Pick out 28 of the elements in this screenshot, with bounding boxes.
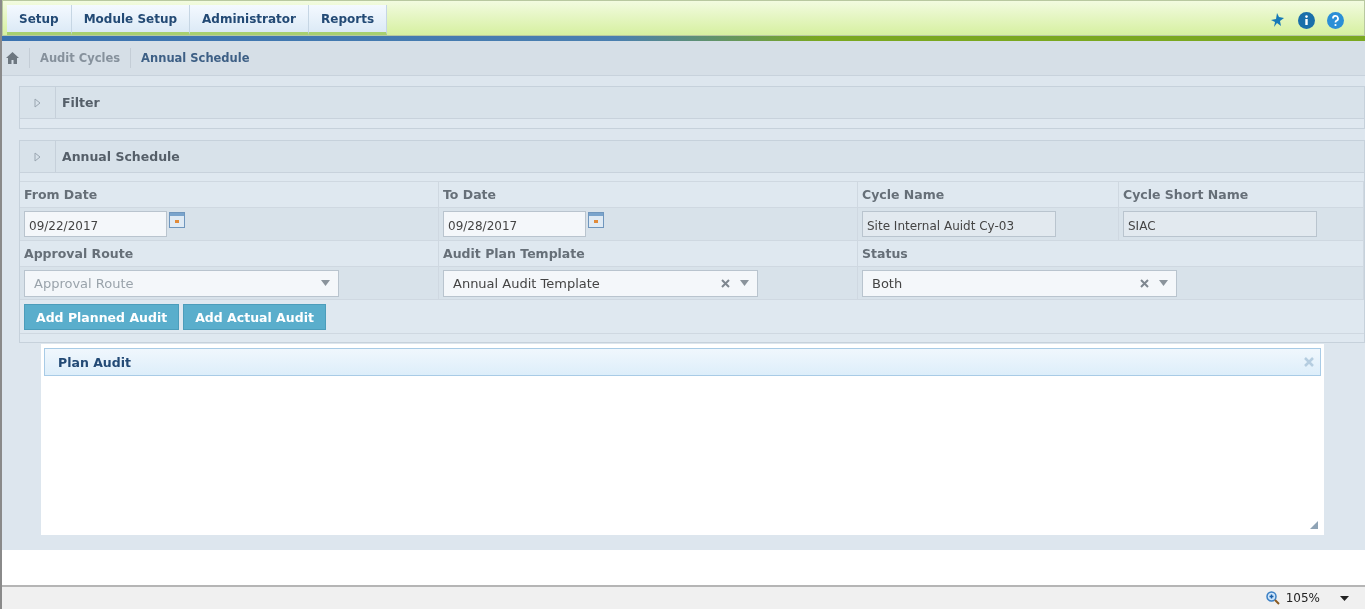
expand-arrow-icon[interactable] xyxy=(34,152,41,162)
nav-tab[interactable]: Administrator xyxy=(190,5,309,35)
zoom-level[interactable]: 105% xyxy=(1285,591,1320,605)
nav-tab[interactable]: Reports xyxy=(309,5,388,35)
panel-title: Annual Schedule xyxy=(61,149,180,164)
dialog-title: Plan Audit xyxy=(58,354,132,370)
caret-icon[interactable] xyxy=(1340,595,1349,601)
nav-tab[interactable]: Setup xyxy=(7,5,72,35)
close-icon[interactable] xyxy=(1304,357,1314,367)
calendar-icon[interactable] xyxy=(588,212,604,228)
select-field[interactable]: Annual Audit Template xyxy=(443,269,758,297)
clear-icon[interactable] xyxy=(721,278,730,288)
zoom-icon[interactable] xyxy=(1265,591,1280,605)
help-icon[interactable] xyxy=(1327,11,1344,29)
home-icon[interactable] xyxy=(6,52,19,64)
select-field[interactable]: Both xyxy=(862,269,1177,297)
panel-title: Filter xyxy=(61,95,100,110)
clear-icon[interactable] xyxy=(1140,278,1149,288)
date-field[interactable]: 09/28/2017 xyxy=(443,211,586,237)
breadcrumb-link[interactable]: Annual Schedule xyxy=(141,51,250,65)
calendar-icon[interactable] xyxy=(169,212,185,228)
text-field[interactable]: Site Internal Auidt Cy-03 xyxy=(862,211,1056,237)
resize-handle-icon[interactable] xyxy=(1310,521,1318,529)
date-field[interactable]: 09/22/2017 xyxy=(24,211,167,237)
info-icon[interactable] xyxy=(1298,11,1315,29)
text-field[interactable]: SIAC xyxy=(1123,211,1317,237)
nav-tab[interactable]: Module Setup xyxy=(71,5,191,35)
expand-arrow-icon[interactable] xyxy=(34,98,41,108)
